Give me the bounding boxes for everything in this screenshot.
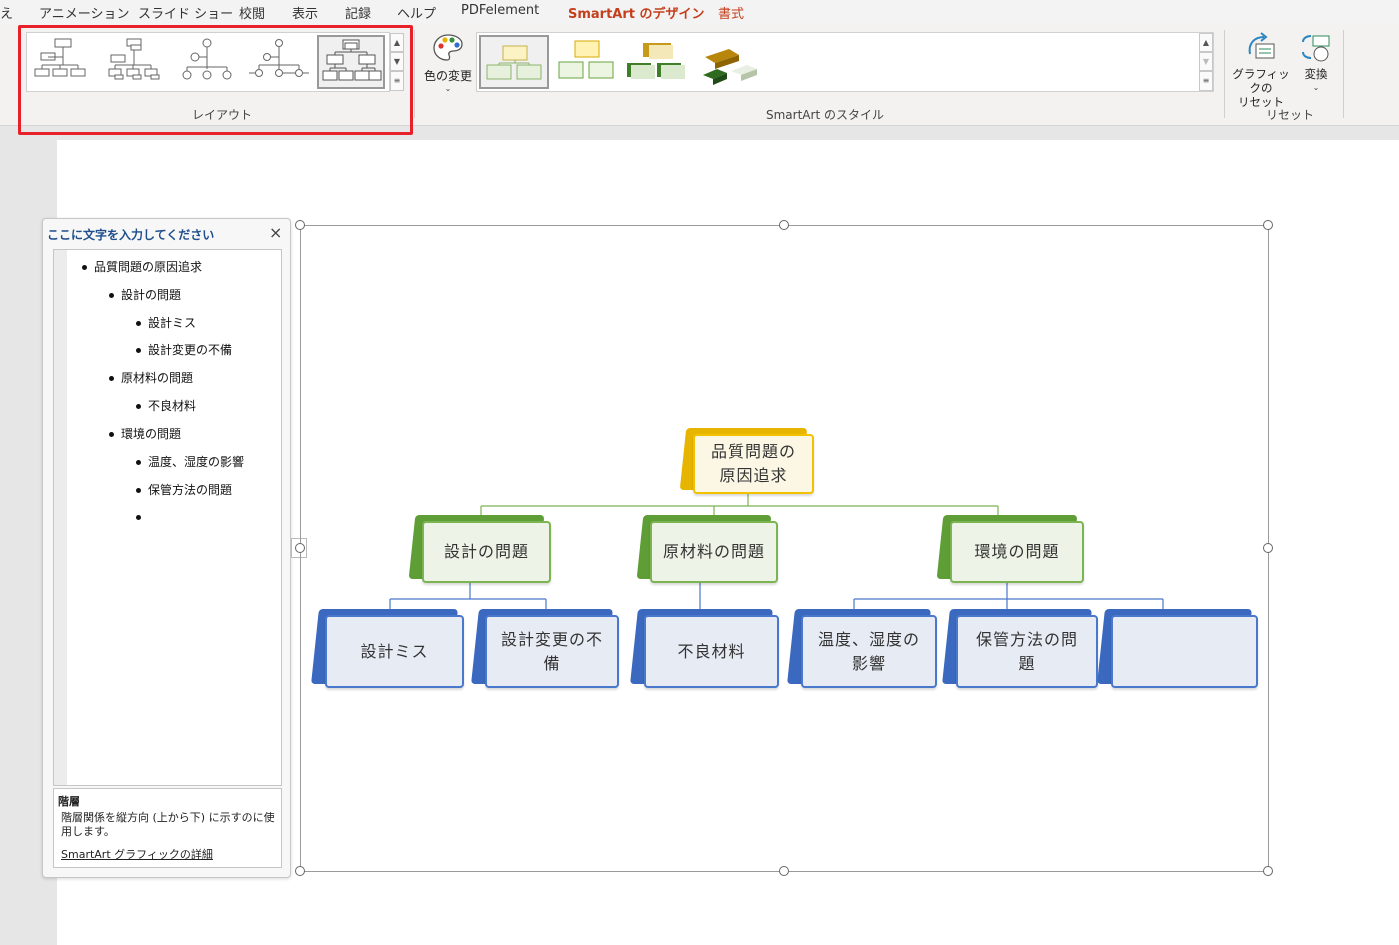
- smartart-node-level2[interactable]: 保管方法の問題: [942, 609, 1098, 688]
- smartart-node-root[interactable]: 品質問題の原因追求: [679, 428, 814, 494]
- node-text: [1111, 615, 1258, 688]
- node-text: 不良材料: [644, 615, 779, 688]
- smartart-node-level2-empty[interactable]: [1097, 609, 1258, 688]
- smartart-node-level1[interactable]: 環境の問題: [936, 515, 1084, 583]
- smartart-node-level1[interactable]: 原材料の問題: [636, 515, 778, 583]
- node-text: 環境の問題: [950, 521, 1084, 583]
- node-text: 設計変更の不備: [485, 615, 619, 688]
- node-text: 原材料の問題: [650, 521, 778, 583]
- node-text: 保管方法の問題: [956, 615, 1098, 688]
- smartart-node-level2[interactable]: 温度、湿度の影響: [787, 609, 937, 688]
- node-text: 温度、湿度の影響: [801, 615, 937, 688]
- node-text: 設計ミス: [325, 615, 464, 688]
- smartart-node-level2[interactable]: 不良材料: [630, 609, 779, 688]
- smartart-node-level2[interactable]: 設計変更の不備: [471, 609, 619, 688]
- node-text: 品質問題の原因追求: [693, 434, 814, 494]
- smartart-node-level2[interactable]: 設計ミス: [311, 609, 464, 688]
- node-text: 設計の問題: [422, 521, 551, 583]
- smartart-node-level1[interactable]: 設計の問題: [408, 515, 551, 583]
